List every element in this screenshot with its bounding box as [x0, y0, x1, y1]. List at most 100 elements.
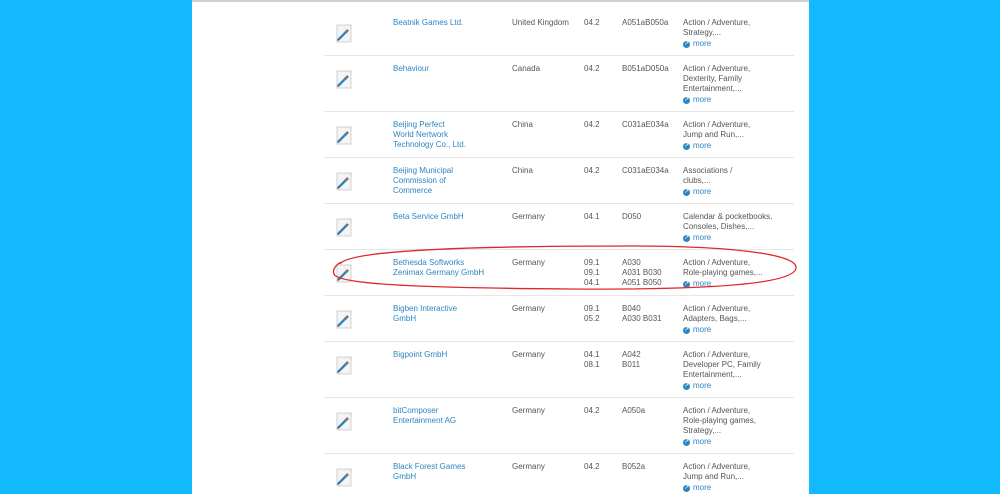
country-cell: Germany [512, 406, 545, 415]
exhibitor-name-line[interactable]: Beijing Perfect [393, 120, 503, 130]
category-cell: Calendar & pocketbooks, Consoles, Dishes,… [683, 212, 795, 243]
more-link[interactable]: ↗ more [683, 141, 795, 151]
exhibitor-logo-icon[interactable] [334, 171, 354, 192]
category-cell: Action / Adventure, Jump and Run,... ↗ more [683, 120, 795, 151]
stand-cell: A051aB050a [622, 18, 676, 28]
hall-value: 04.2 [584, 406, 600, 415]
table-row: Behaviour Canada 04.2 B051aD050a Action / Ad… [324, 56, 794, 112]
exhibitor-logo-icon[interactable] [334, 125, 354, 146]
exhibitor-name-link[interactable]: Behaviour [393, 64, 503, 74]
stand-value: B051aD050a [622, 64, 669, 73]
category-line: Dexterity, Family [683, 74, 742, 83]
exhibitor-name-line[interactable]: GmbH [393, 314, 503, 324]
hall-cell: 04.2 [584, 462, 614, 472]
country-cell: Germany [512, 304, 545, 313]
exhibitor-name-line[interactable]: Commission of [393, 176, 503, 186]
exhibitor-name-link[interactable]: Beijing Perfect World Nertwork Technology … [393, 120, 503, 150]
country-cell: China [512, 120, 533, 129]
exhibitor-name-link[interactable]: bitComposer Entertainment AG [393, 406, 503, 426]
category-line: Jump and Run,... [683, 130, 744, 139]
category-line: Adapters, Bags,... [683, 314, 747, 323]
exhibitor-name-line[interactable]: Technology Co., Ltd. [393, 140, 503, 150]
hall-cell: 04.1 [584, 212, 614, 222]
exhibitor-name-line[interactable]: GmbH [393, 472, 503, 482]
category-cell: Action / Adventure, Dexterity, Family Ente… [683, 64, 795, 105]
more-label[interactable]: more [693, 39, 711, 49]
more-link[interactable]: ↗ more [683, 39, 795, 49]
exhibitor-name-link[interactable]: Beijing Municipal Commission of Commerce [393, 166, 503, 196]
category-line: Strategy,... [683, 426, 722, 435]
more-label[interactable]: more [693, 187, 711, 197]
more-link[interactable]: ↗ more [683, 187, 795, 197]
stand-cell: A042 B011 [622, 350, 676, 370]
more-label[interactable]: more [693, 437, 711, 447]
exhibitor-logo-icon[interactable] [334, 217, 354, 238]
exhibitor-name-line[interactable]: World Nertwork [393, 130, 503, 140]
highlight-circle [332, 245, 797, 290]
exhibitor-name-link[interactable]: Beta Service GmbH [393, 212, 503, 222]
hall-value: 05.2 [584, 314, 600, 323]
exhibitor-name-line[interactable]: Beatnik Games Ltd. [393, 18, 503, 28]
more-link[interactable]: ↗ more [683, 233, 795, 243]
exhibitor-logo-icon[interactable] [334, 411, 354, 432]
hall-value: 04.2 [584, 64, 600, 73]
hall-cell: 04.2 [584, 18, 614, 28]
category-line: Action / Adventure, [683, 18, 751, 27]
exhibitor-name-line[interactable]: bitComposer [393, 406, 503, 416]
hall-value: 04.2 [584, 166, 600, 175]
exhibitor-logo-icon[interactable] [334, 355, 354, 376]
arrow-right-circle-icon: ↗ [683, 234, 690, 242]
hall-value: 09.1 [584, 304, 600, 313]
exhibitor-logo-icon[interactable] [334, 309, 354, 330]
hall-cell: 04.2 [584, 406, 614, 416]
exhibitor-name-link[interactable]: Bigpoint GmbH [393, 350, 503, 360]
more-link[interactable]: ↗ more [683, 325, 795, 335]
more-link[interactable]: ↗ more [683, 95, 795, 105]
exhibitor-logo-icon[interactable] [334, 23, 354, 44]
exhibitor-logo-icon[interactable] [334, 467, 354, 488]
exhibitor-name-link[interactable]: Bigben Interactive GmbH [393, 304, 503, 324]
country-cell: Germany [512, 350, 545, 359]
exhibitor-name-line[interactable]: Bigpoint GmbH [393, 350, 503, 360]
category-line: Role-playing games, [683, 416, 756, 425]
hall-cell: 04.1 08.1 [584, 350, 614, 370]
category-line: Entertainment,... [683, 370, 742, 379]
country-cell: China [512, 166, 533, 175]
category-line: Action / Adventure, [683, 406, 751, 415]
stand-value: B052a [622, 462, 646, 471]
exhibitor-name-line[interactable]: Beijing Municipal [393, 166, 503, 176]
more-link[interactable]: ↗ more [683, 381, 795, 391]
hall-value: 04.2 [584, 120, 600, 129]
exhibitor-name-line[interactable]: Black Forest Games [393, 462, 503, 472]
category-line: Strategy,... [683, 28, 722, 37]
more-label[interactable]: more [693, 141, 711, 151]
arrow-right-circle-icon: ↗ [683, 484, 690, 492]
exhibitor-name-line[interactable]: Behaviour [393, 64, 503, 74]
arrow-right-circle-icon: ↗ [683, 142, 690, 150]
category-cell: Action / Adventure, Developer PC, Family E… [683, 350, 795, 391]
stand-value: A042 [622, 350, 641, 359]
exhibitor-name-link[interactable]: Black Forest Games GmbH [393, 462, 503, 482]
exhibitor-name-line[interactable]: Beta Service GmbH [393, 212, 503, 222]
country-cell: Germany [512, 462, 545, 471]
table-row: Beijing Perfect World Nertwork Technology … [324, 112, 794, 158]
more-label[interactable]: more [693, 95, 711, 105]
exhibitor-name-link[interactable]: Beatnik Games Ltd. [393, 18, 503, 28]
exhibitor-logo-icon[interactable] [334, 69, 354, 90]
country-cell: United Kingdom [512, 18, 569, 27]
more-link[interactable]: ↗ more [683, 437, 795, 447]
more-label[interactable]: more [693, 233, 711, 243]
stand-cell: C031aE034a [622, 166, 676, 176]
category-line: Consoles, Dishes,... [683, 222, 755, 231]
more-label[interactable]: more [693, 381, 711, 391]
table-row: bitComposer Entertainment AG Germany 04.2 A0… [324, 398, 794, 454]
category-line: Action / Adventure, [683, 120, 751, 129]
exhibitor-name-line[interactable]: Commerce [393, 186, 503, 196]
exhibitor-name-line[interactable]: Bigben Interactive [393, 304, 503, 314]
stand-cell: A050a [622, 406, 676, 416]
hall-cell: 09.1 05.2 [584, 304, 614, 324]
exhibitor-name-line[interactable]: Entertainment AG [393, 416, 503, 426]
category-cell: Action / Adventure, Jump and Run,... ↗ more [683, 462, 795, 493]
more-label[interactable]: more [693, 325, 711, 335]
stand-cell: B040 A030 B031 [622, 304, 676, 324]
